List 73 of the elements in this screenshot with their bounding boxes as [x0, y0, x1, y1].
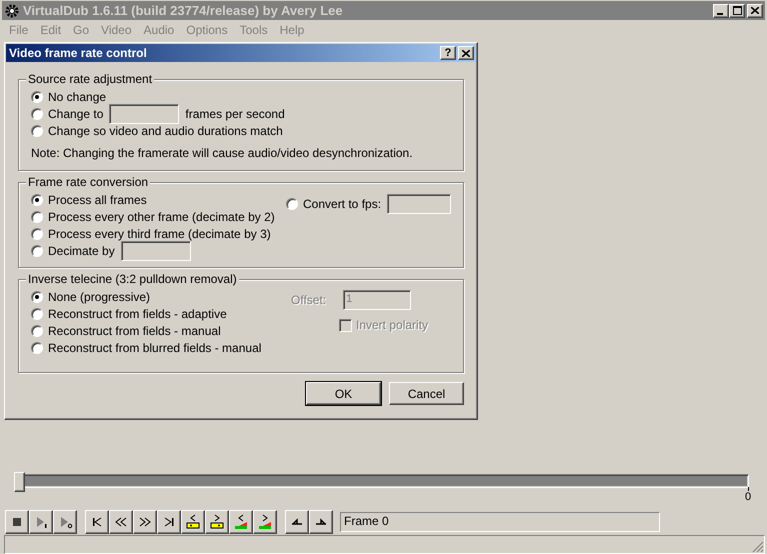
key-forward-icon	[208, 513, 226, 531]
stop-button[interactable]	[5, 510, 29, 534]
dialog-button[interactable]: Cancel	[389, 382, 464, 405]
tick-label: 0	[744, 491, 752, 503]
menu-item[interactable]: Tools	[234, 21, 274, 39]
close-button[interactable]	[747, 4, 763, 18]
key-back-button[interactable]	[181, 510, 205, 534]
radio-button[interactable]	[31, 91, 43, 103]
radio-label: Change so video and audio durations match	[48, 123, 283, 140]
mark-in-button[interactable]	[285, 510, 309, 534]
radio-label: Decimate by	[48, 243, 115, 260]
scene-forward-button[interactable]	[253, 510, 277, 534]
radio-button[interactable]	[31, 308, 43, 320]
menu-item[interactable]: File	[3, 21, 34, 39]
maximize-icon	[732, 6, 742, 15]
close-icon	[462, 50, 470, 56]
scene-back-button[interactable]	[229, 510, 253, 534]
play-output-button[interactable]	[53, 510, 77, 534]
group-title: Source rate adjustment	[26, 72, 154, 86]
radio-label: Process every other frame (decimate by 2)	[48, 209, 275, 226]
menu-item[interactable]: Options	[180, 21, 234, 39]
skip-end-button[interactable]	[157, 510, 181, 534]
help-button[interactable]: ?	[440, 46, 456, 60]
menu-item[interactable]: Help	[274, 21, 310, 39]
radio-button[interactable]	[31, 245, 43, 257]
slider-thumb[interactable]	[14, 472, 25, 492]
menu-item[interactable]: Go	[67, 21, 96, 39]
radio-label: Reconstruct from fields - manual	[48, 323, 221, 340]
dialog-title: Video frame rate control	[9, 45, 148, 62]
radio-label: Change to	[48, 106, 104, 123]
fast-forward-button[interactable]	[133, 510, 157, 534]
key-back-icon	[184, 513, 202, 531]
scene-back-icon	[232, 513, 250, 531]
window-title: VirtualDub 1.6.11 (build 23774/release) by Avery Lee	[23, 2, 344, 20]
menu-item[interactable]: Audio	[138, 21, 180, 39]
radio-button[interactable]	[31, 228, 43, 240]
radio-button[interactable]	[31, 125, 43, 137]
radio-label: Reconstruct from fields - adaptive	[48, 306, 227, 323]
close-button[interactable]	[458, 46, 474, 60]
rewind-button[interactable]	[109, 510, 133, 534]
key-forward-button[interactable]	[205, 510, 229, 534]
radio-button[interactable]	[31, 325, 43, 337]
radio-label: Reconstruct from blurred fields - manual	[48, 340, 262, 357]
menu-item[interactable]: Edit	[34, 21, 68, 39]
radio-button[interactable]	[286, 198, 298, 210]
radio-label: None (progressive)	[48, 289, 150, 306]
maximize-button[interactable]	[729, 4, 745, 18]
dialog-button[interactable]: OK	[306, 382, 381, 405]
menu-item[interactable]: Video	[95, 21, 138, 39]
play-input-button[interactable]	[29, 510, 53, 534]
mark-out-button[interactable]	[309, 510, 333, 534]
note-text: Note: Changing the framerate will cause audio/video desynchronization.	[31, 145, 414, 162]
field-suffix: frames per second	[185, 106, 285, 123]
offset-label: Offset:	[291, 292, 326, 309]
radio-button[interactable]	[31, 291, 43, 303]
group-title: Frame rate conversion	[26, 175, 150, 189]
scene-forward-icon	[256, 513, 274, 531]
radio-label: No change	[48, 89, 106, 106]
minimize-button[interactable]	[713, 4, 729, 18]
radio-label: Process all frames	[48, 192, 147, 209]
radio-label: Process every third frame (decimate by 3)	[48, 226, 271, 243]
radio-button[interactable]	[31, 342, 43, 354]
radio-button[interactable]	[31, 108, 43, 120]
checkbox-label: Invert polarity	[356, 317, 428, 334]
close-icon	[751, 7, 759, 14]
skip-start-button[interactable]	[85, 510, 109, 534]
group-title: Inverse telecine (3:2 pulldown removal)	[26, 272, 239, 286]
radio-button[interactable]	[31, 194, 43, 206]
frame-indicator: Frame 0	[340, 512, 660, 532]
radio-button[interactable]	[31, 211, 43, 223]
minimize-icon	[717, 12, 723, 14]
gear-icon	[4, 2, 20, 18]
radio-label: Convert to fps:	[303, 196, 382, 213]
